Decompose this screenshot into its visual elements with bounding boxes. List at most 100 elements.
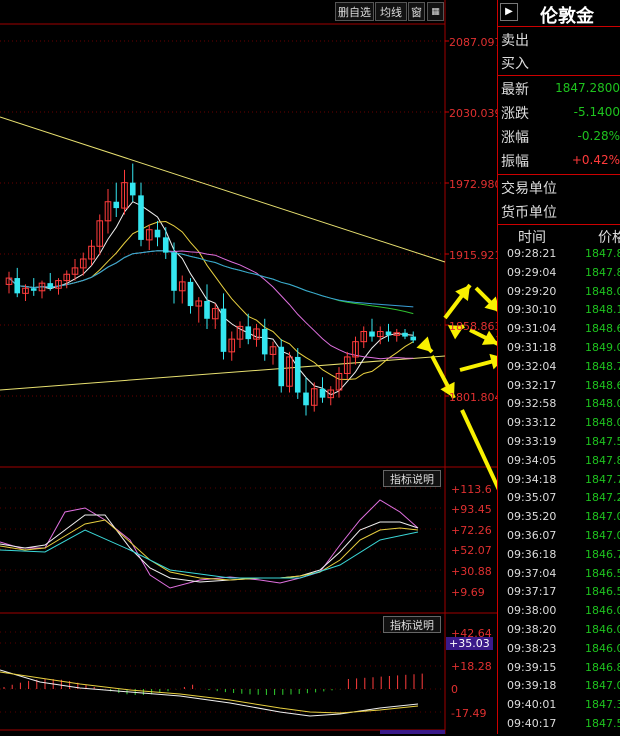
- axis-label-1801: 1801.804: [449, 391, 502, 404]
- candle-body: [30, 288, 37, 291]
- ticks-price-header: 价格: [598, 230, 620, 246]
- candle-body: [220, 308, 227, 352]
- axis-label-1858: 1858.863: [449, 320, 502, 333]
- tick-price: 1847.3: [585, 698, 620, 712]
- candle-body: [385, 331, 392, 336]
- tick-price: 1847.7: [585, 472, 620, 486]
- change-value: -5.1400: [573, 105, 620, 119]
- tick-row: 09:32:58 1848.0: [498, 397, 620, 416]
- indicator-info-button-1[interactable]: 指标说明: [383, 470, 441, 487]
- tick-row: 09:35:07 1847.2: [498, 491, 620, 510]
- tick-row: 09:37:04 1846.5: [498, 567, 620, 586]
- tick-row: 09:32:17 1848.6: [498, 379, 620, 398]
- candle-body: [47, 283, 54, 289]
- tick-price: 1846.5: [585, 585, 620, 599]
- tick-time: 09:33:12: [507, 416, 557, 430]
- tick-row: 09:29:20 1848.0: [498, 285, 620, 304]
- tick-row: 09:38:20 1846.0: [498, 623, 620, 642]
- macd-label-18: +18.28: [451, 660, 492, 673]
- tick-time: 09:32:04: [507, 359, 557, 373]
- axis-label-2030: 2030.039: [449, 107, 502, 120]
- osc-label-30: +30.88: [451, 565, 492, 578]
- tick-row: 09:31:04 1848.6: [498, 322, 620, 341]
- tick-time: 09:38:20: [507, 623, 557, 636]
- buy-label: 买入: [501, 56, 529, 72]
- tick-price: 1847.8: [585, 453, 620, 467]
- macd-label-0: 0: [451, 683, 458, 696]
- tick-time: 09:32:58: [507, 397, 557, 411]
- candle-body: [294, 356, 301, 393]
- settings-button[interactable]: ▦: [427, 2, 444, 21]
- arrow-1-head: [416, 336, 432, 352]
- tick-price: 1846.0: [585, 623, 620, 636]
- window-button[interactable]: 窗: [408, 2, 425, 21]
- tick-time: 09:35:20: [507, 510, 557, 524]
- latest-label: 最新: [501, 82, 529, 98]
- tick-price: 1848.0: [585, 397, 620, 411]
- tick-time: 09:40:01: [507, 698, 557, 712]
- tick-row: 09:28:21 1847.8: [498, 247, 620, 266]
- osc-label-9: +9.69: [451, 586, 485, 599]
- tick-price: 1848.0: [585, 284, 620, 298]
- tick-time: 09:31:04: [507, 322, 557, 336]
- quote-panel: ▶ 伦敦金 卖出 买入 最新 1847.2800 涨跌 -5.1400 涨幅 -…: [497, 0, 620, 734]
- candle-body: [410, 336, 417, 341]
- sell-label: 卖出: [501, 33, 529, 49]
- tick-time: 09:38:23: [507, 641, 557, 655]
- tick-time: 09:32:17: [507, 378, 557, 392]
- collapse-panel-icon[interactable]: ▶: [500, 3, 518, 21]
- moving-average-button[interactable]: 均线: [375, 2, 407, 21]
- axis-label-2087: 2087.097: [449, 36, 502, 49]
- tick-time: 09:39:15: [507, 660, 557, 674]
- pct-label: 涨幅: [501, 130, 529, 146]
- tick-price: 1847.5: [585, 435, 620, 448]
- osc-label-52: +52.07: [451, 544, 492, 557]
- tick-row: 09:34:18 1847.7: [498, 473, 620, 492]
- candle-body: [402, 332, 408, 337]
- candle-body: [138, 195, 144, 240]
- candle-body: [154, 229, 161, 238]
- candle-body: [14, 278, 21, 294]
- tick-price: 1846.5: [585, 566, 620, 580]
- tick-price: 1847.0: [585, 529, 620, 542]
- tick-time: 09:38:00: [507, 604, 557, 618]
- macd-label-17: -17.49: [451, 707, 487, 720]
- tick-price: 1847.0: [585, 510, 620, 524]
- trade-unit-label: 交易单位: [501, 181, 557, 197]
- tick-price: 1846.0: [585, 604, 620, 618]
- candle-body: [261, 328, 268, 355]
- indicator-info-button-2[interactable]: 指标说明: [383, 616, 441, 633]
- tick-time: 09:31:18: [507, 341, 557, 354]
- tick-price: 1848.7: [585, 359, 620, 373]
- tick-time: 09:39:18: [507, 679, 557, 693]
- tick-row: 09:38:00 1846.0: [498, 604, 620, 623]
- ticks-time-header: 时间: [518, 230, 546, 246]
- tick-row: 09:40:01 1847.3: [498, 698, 620, 717]
- scroll-indicator: [380, 730, 445, 734]
- tick-price: 1848.6: [585, 322, 620, 336]
- currency-unit-label: 货币单位: [501, 205, 557, 221]
- tick-price: 1847.8: [585, 265, 620, 279]
- candle-body: [171, 252, 177, 291]
- tick-price: 1849.0: [585, 341, 620, 354]
- tick-row: 09:36:18 1846.7: [498, 548, 620, 567]
- ma5-line: [8, 201, 414, 396]
- delete-watchlist-button[interactable]: 删自选: [335, 2, 374, 21]
- tick-row: 09:29:04 1847.8: [498, 266, 620, 285]
- tick-price: 1846.8: [585, 660, 620, 674]
- tick-time: 09:37:17: [507, 585, 557, 599]
- tick-time: 09:36:18: [507, 547, 557, 561]
- candle-body: [113, 201, 120, 209]
- trendline-upper: [0, 116, 446, 263]
- tick-price: 1847.8: [585, 247, 620, 260]
- candle-body: [369, 331, 375, 337]
- tick-time: 09:29:20: [507, 284, 557, 298]
- axis-label-1915: 1915.921: [449, 249, 502, 262]
- osc-label-72: +72.26: [451, 524, 492, 537]
- tick-row: 09:40:17 1847.5: [498, 717, 620, 736]
- tick-time: 09:36:07: [507, 529, 557, 542]
- tick-row: 09:39:18 1847.0: [498, 679, 620, 698]
- tick-price: 1847.0: [585, 679, 620, 693]
- tick-price: 1846.0: [585, 641, 620, 655]
- tick-time: 09:30:10: [507, 303, 557, 317]
